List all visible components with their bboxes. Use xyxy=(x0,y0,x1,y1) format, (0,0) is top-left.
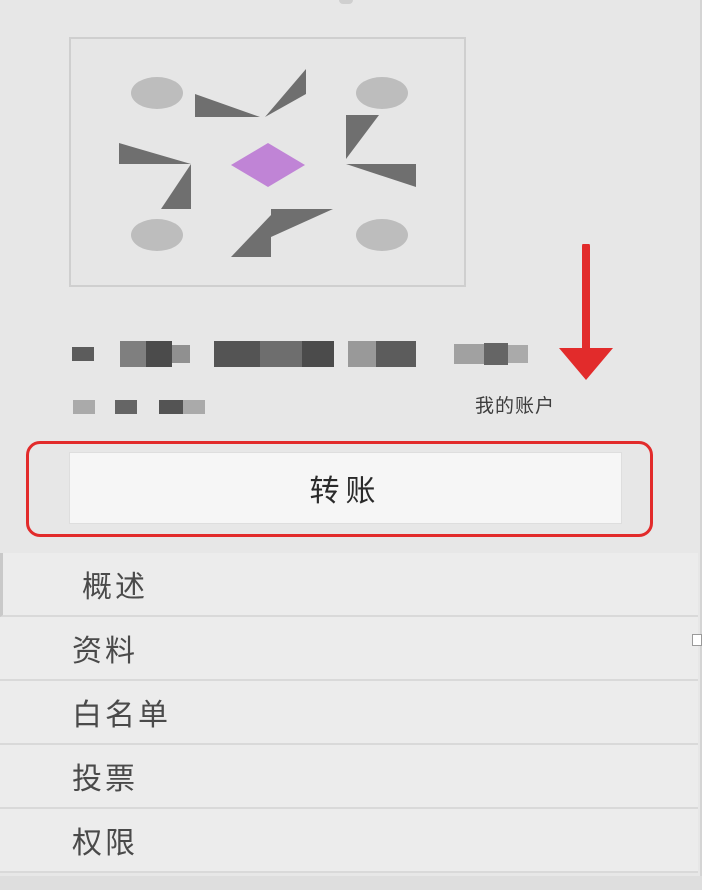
blurred-account-address xyxy=(73,399,205,415)
account-menu: 概述 资料 白名单 投票 权限 xyxy=(0,553,698,873)
menu-item-vote[interactable]: 投票 xyxy=(0,745,698,809)
resize-handle[interactable] xyxy=(692,634,702,646)
account-identicon xyxy=(69,37,466,287)
account-panel: 我的账户 转账 概述 资料 白名单 投票 权限 xyxy=(0,0,702,890)
menu-item-permissions[interactable]: 权限 xyxy=(0,809,698,873)
transfer-highlight-outline: 转账 xyxy=(26,441,653,537)
menu-item-whitelist[interactable]: 白名单 xyxy=(0,681,698,745)
red-down-arrow-icon xyxy=(559,244,613,380)
bottom-edge xyxy=(0,876,702,890)
menu-item-profile[interactable]: 资料 xyxy=(0,617,698,681)
top-edge-mark xyxy=(339,0,353,4)
identicon-image xyxy=(119,69,416,257)
blurred-account-name xyxy=(72,339,528,369)
transfer-button[interactable]: 转账 xyxy=(69,452,622,524)
my-account-label: 我的账户 xyxy=(475,395,556,417)
menu-item-overview[interactable]: 概述 xyxy=(0,553,698,617)
